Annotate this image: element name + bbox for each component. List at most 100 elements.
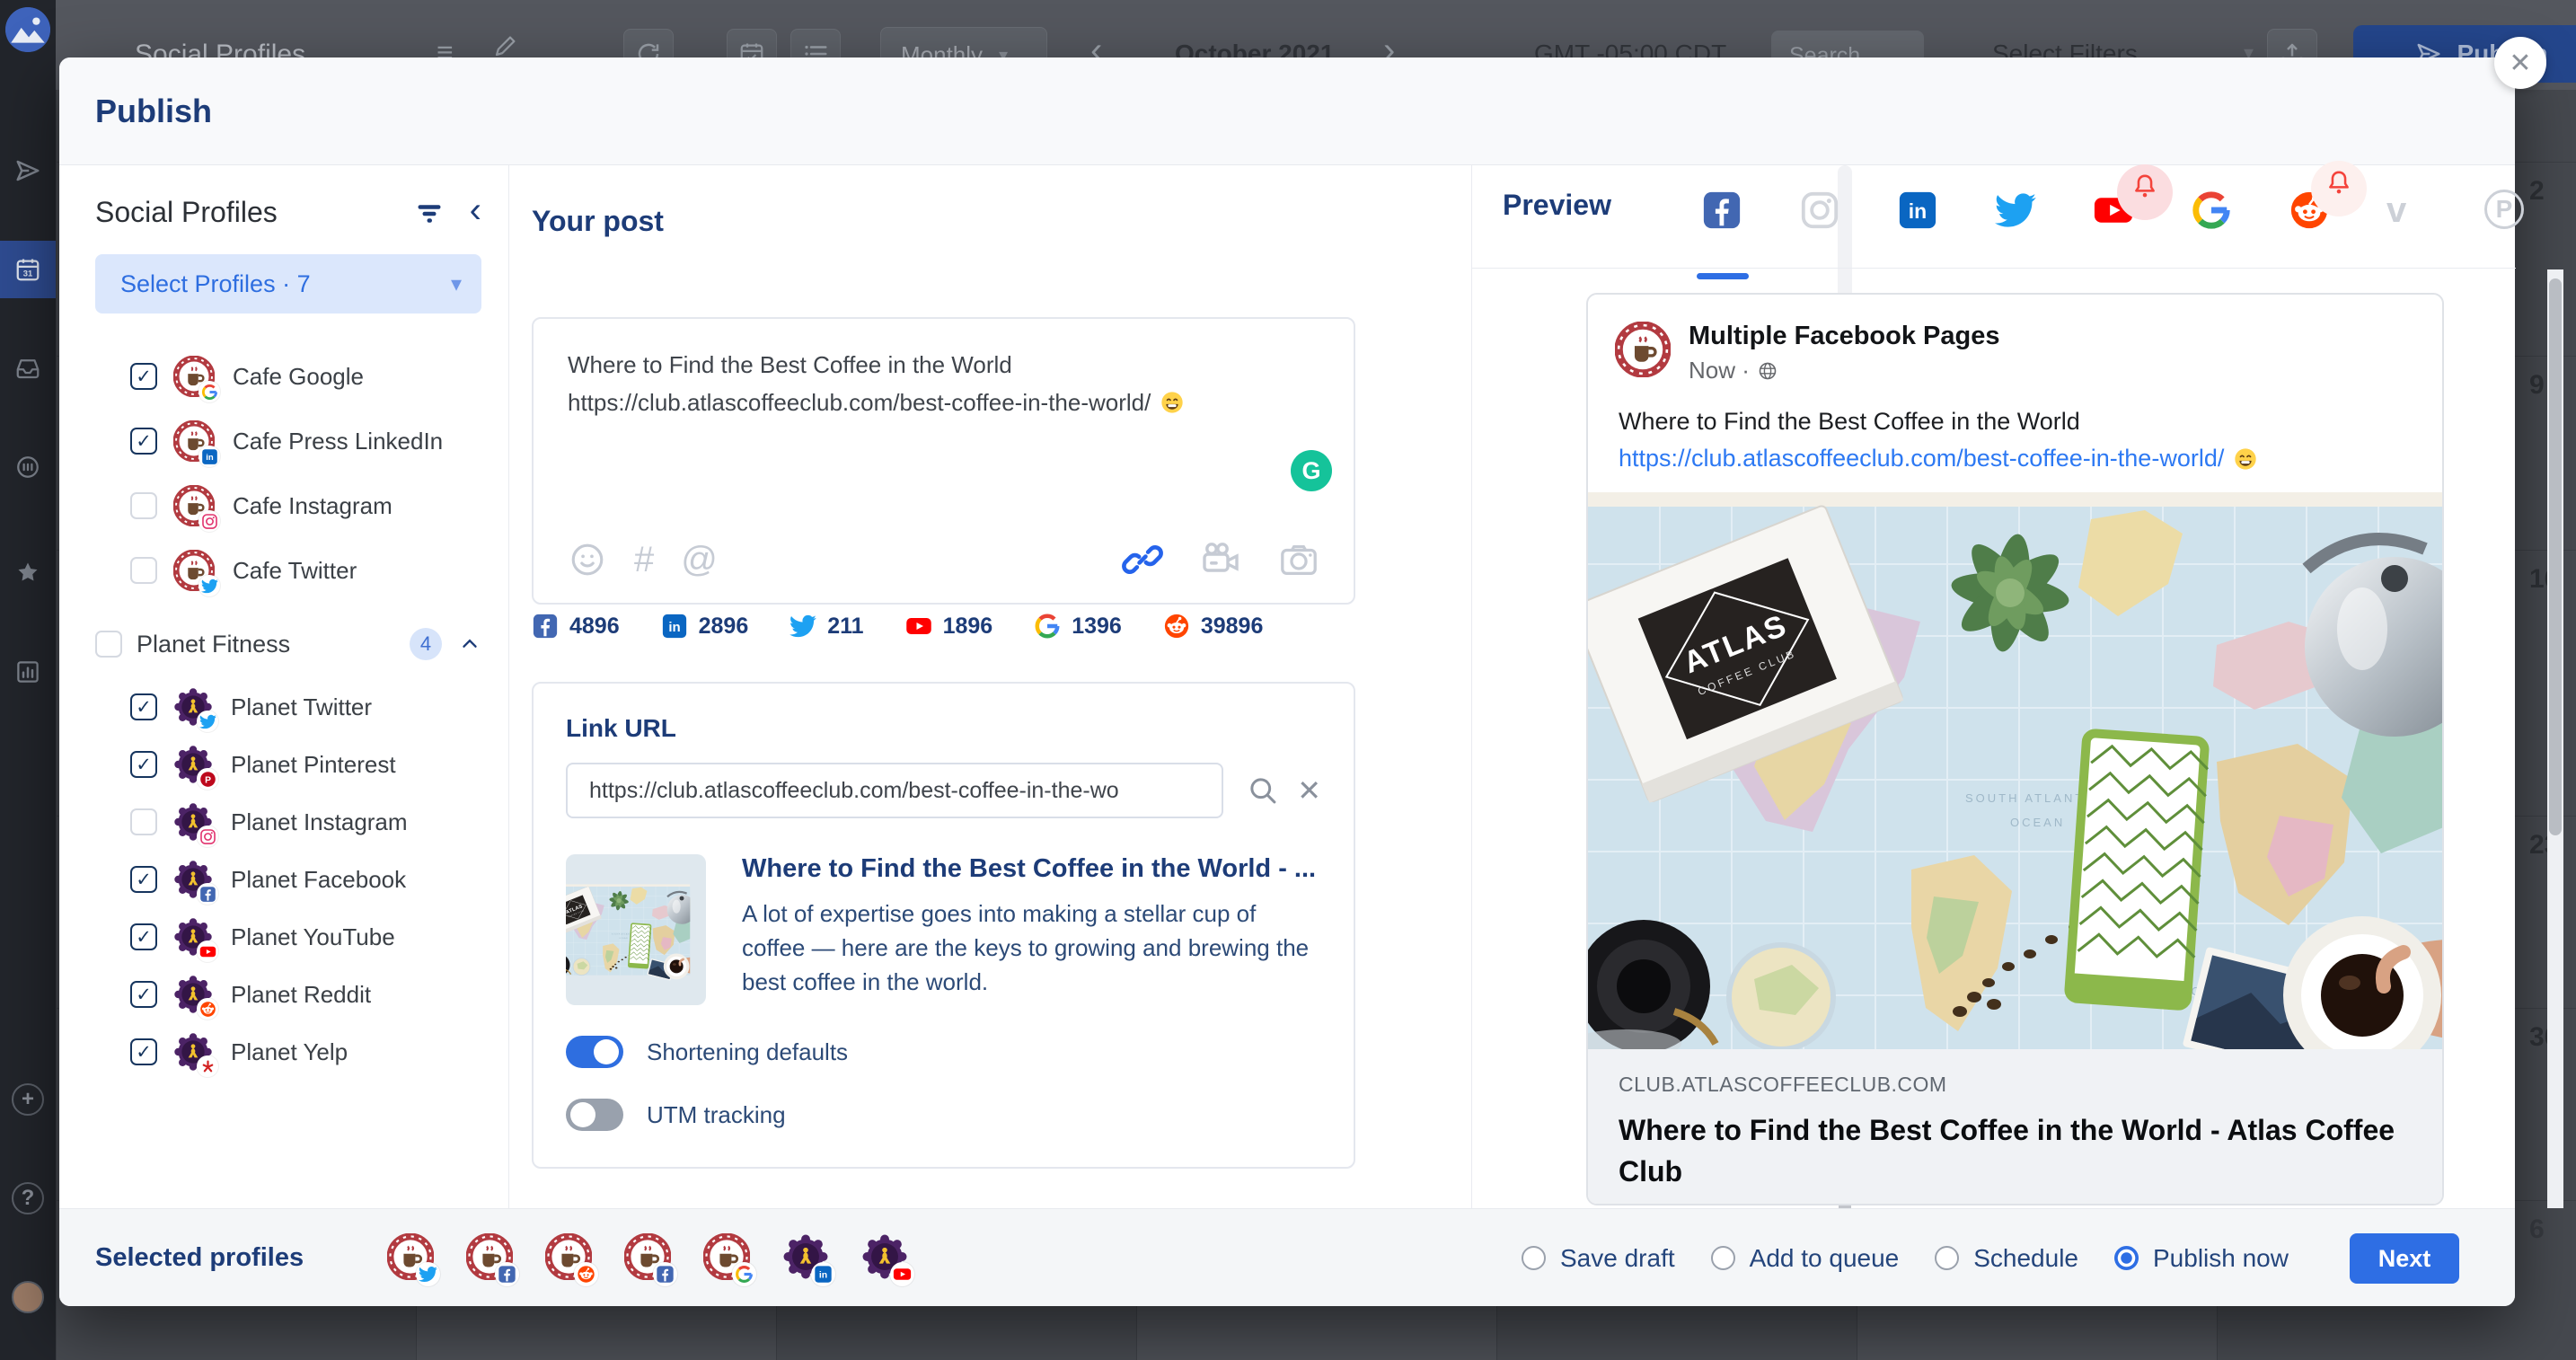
profile-name: Planet YouTube <box>231 923 395 951</box>
checkbox[interactable]: ✓ <box>130 492 157 519</box>
profile-row[interactable]: ✓ Planet Yelp <box>130 1023 481 1081</box>
collapse-panel-icon[interactable]: ‹ <box>470 192 481 228</box>
sidebar-inbox-icon[interactable] <box>14 355 41 382</box>
emoji-picker-icon[interactable] <box>568 540 607 579</box>
shortening-defaults-toggle[interactable] <box>566 1036 623 1068</box>
radio-save-draft[interactable] <box>1522 1246 1546 1270</box>
tab-google[interactable] <box>2191 190 2232 231</box>
hashtag-icon[interactable]: # <box>634 542 654 578</box>
caret-down-icon: ▾ <box>451 271 462 297</box>
link-card-footer[interactable]: CLUB.ATLASCOFFEECLUB.COM Where to Find t… <box>1588 1049 2442 1205</box>
profile-row[interactable]: ✓ Planet Pinterest <box>130 736 481 793</box>
next-button[interactable]: Next <box>2350 1233 2459 1284</box>
option-add-to-queue[interactable]: Add to queue <box>1711 1244 1900 1273</box>
clear-link-icon[interactable]: ✕ <box>1297 776 1321 805</box>
profile-row[interactable]: ✓ Planet Twitter <box>130 678 481 736</box>
post-url[interactable]: https://club.atlascoffeeclub.com/best-co… <box>568 384 1151 421</box>
link-domain: CLUB.ATLASCOFFEECLUB.COM <box>1619 1073 2412 1097</box>
option-save-draft[interactable]: Save draft <box>1522 1244 1675 1273</box>
tab-instagram[interactable] <box>1799 190 1840 231</box>
app-logo[interactable] <box>5 7 50 52</box>
youtube-count: 1896 <box>905 613 993 640</box>
profile-row[interactable]: ✓ Cafe Google <box>130 344 481 409</box>
calendar-date[interactable]: 9 <box>2529 370 2545 401</box>
facebook-count: 4896 <box>532 613 620 640</box>
checkbox[interactable]: ✓ <box>130 808 157 835</box>
checkbox[interactable]: ✓ <box>130 866 157 893</box>
radio-add-to-queue[interactable] <box>1711 1246 1735 1270</box>
close-icon[interactable]: ✕ <box>2494 37 2546 89</box>
composer-toolbar: # @ <box>568 538 1319 581</box>
profile-row[interactable]: ✓ Cafe Twitter <box>130 538 481 603</box>
profile-name: Planet Instagram <box>231 808 408 836</box>
checkbox[interactable]: ✓ <box>130 363 157 390</box>
profile-row[interactable]: ✓ Planet Instagram <box>130 793 481 851</box>
tab-facebook[interactable] <box>1701 190 1742 231</box>
post-link[interactable]: https://club.atlascoffeeclub.com/best-co… <box>1619 445 2224 472</box>
post-text-line1[interactable]: Where to Find the Best Coffee in the Wor… <box>568 346 1319 384</box>
radio-publish-now[interactable] <box>2114 1246 2139 1270</box>
mention-icon[interactable]: @ <box>681 542 718 578</box>
youtube-notification-icon <box>2117 164 2173 220</box>
sidebar-media-icon[interactable] <box>14 454 41 481</box>
checkbox[interactable]: ✓ <box>130 981 157 1008</box>
preview-scrollbar-thumb[interactable] <box>2549 278 2562 835</box>
profile-row[interactable]: ✓ Planet Reddit <box>130 966 481 1023</box>
calendar-date[interactable]: 2 <box>2529 176 2545 207</box>
tab-twitter[interactable] <box>1995 190 2036 231</box>
sidebar-publish-icon[interactable] <box>14 157 41 184</box>
sidebar-calendar-icon[interactable] <box>14 256 41 283</box>
badge-facebook-icon <box>197 883 218 905</box>
checkbox[interactable]: ✓ <box>130 751 157 778</box>
option-schedule[interactable]: Schedule <box>1935 1244 2078 1273</box>
group-count-badge: 4 <box>410 628 442 660</box>
post-editor[interactable]: Where to Find the Best Coffee in the Wor… <box>532 317 1355 605</box>
active-tab-underline <box>1697 273 1749 279</box>
attach-link-icon[interactable] <box>1122 539 1163 580</box>
tab-vimeo[interactable]: v <box>2386 190 2428 231</box>
tabs-divider <box>1472 268 2516 269</box>
chevron-up-icon[interactable] <box>458 632 481 656</box>
filter-icon[interactable] <box>416 199 443 226</box>
character-counts: 4896 2896 211 1896 1396 39896 <box>532 613 1263 640</box>
calendar-date[interactable]: 6 <box>2529 1214 2545 1245</box>
post-text-line2[interactable]: https://club.atlascoffeeclub.com/best-co… <box>568 384 1319 421</box>
tab-pinterest[interactable]: P <box>2484 190 2526 231</box>
checkbox[interactable]: ✓ <box>130 428 157 455</box>
profile-group-row[interactable]: ✓ Planet Fitness 4 <box>95 610 481 678</box>
option-publish-now[interactable]: Publish now <box>2114 1244 2289 1273</box>
your-post-title: Your post <box>532 205 664 238</box>
search-icon[interactable] <box>1247 774 1279 807</box>
sidebar-add-button[interactable]: + <box>12 1083 44 1116</box>
profile-name: Cafe Google <box>233 363 364 391</box>
attach-photo-icon[interactable] <box>1278 539 1319 580</box>
edit-icon[interactable] <box>492 32 519 59</box>
post-text: Where to Find the Best Coffee in the Wor… <box>1588 384 2442 436</box>
select-profiles-dropdown[interactable]: Select Profiles · 7 ▾ <box>95 254 481 314</box>
profile-row[interactable]: ✓ Cafe Instagram <box>130 473 481 538</box>
profile-row[interactable]: ✓ Planet Facebook <box>130 851 481 908</box>
utm-tracking-toggle[interactable] <box>566 1099 623 1131</box>
profile-row[interactable]: ✓ Planet YouTube <box>130 908 481 966</box>
sidebar-favorites-icon[interactable] <box>14 559 41 586</box>
profile-row[interactable]: ✓ Cafe Press LinkedIn <box>130 409 481 473</box>
checkbox[interactable]: ✓ <box>130 557 157 584</box>
sidebar-user-avatar[interactable] <box>12 1281 44 1313</box>
radio-schedule[interactable] <box>1935 1246 1959 1270</box>
grammarly-icon[interactable]: G <box>1291 450 1332 491</box>
profiles-list: ✓ Cafe Google ✓ Cafe Press LinkedIn ✓ Ca… <box>95 344 481 1081</box>
badge-youtube-icon <box>197 941 218 962</box>
selected-avatar <box>466 1233 513 1280</box>
sidebar-analytics-icon[interactable] <box>14 658 41 685</box>
avatar <box>173 860 213 899</box>
checkbox[interactable]: ✓ <box>130 1038 157 1065</box>
tab-linkedin[interactable] <box>1897 190 1938 231</box>
sidebar-help-button[interactable]: ? <box>12 1182 44 1214</box>
link-url-input[interactable] <box>566 763 1223 818</box>
checkbox[interactable]: ✓ <box>130 923 157 950</box>
checkbox[interactable]: ✓ <box>130 693 157 720</box>
link-url-section: Link URL ✕ Where to Find the Best Coffee… <box>532 682 1355 1169</box>
attach-video-icon[interactable] <box>1199 538 1242 581</box>
checkbox[interactable]: ✓ <box>95 631 122 658</box>
link-preview-thumbnail <box>566 854 706 1005</box>
